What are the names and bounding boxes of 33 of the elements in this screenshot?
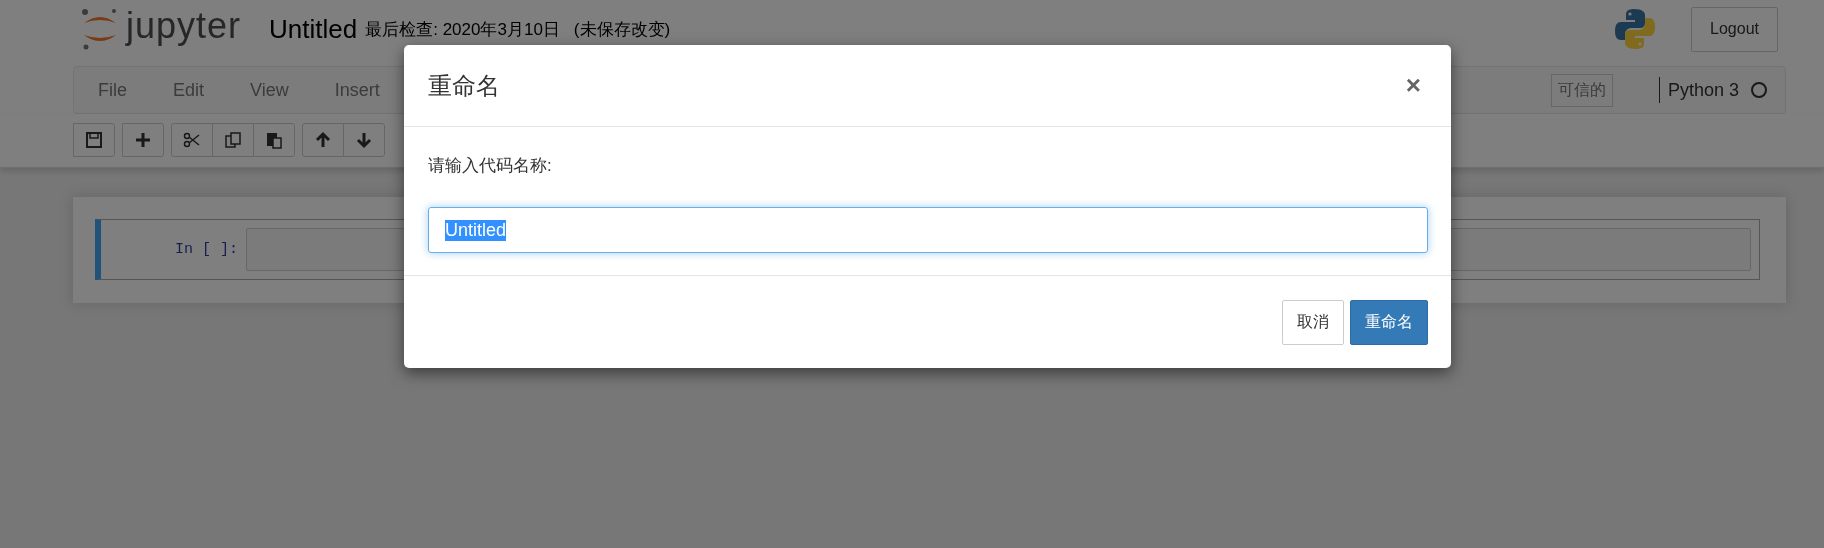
- menu-item[interactable]: View: [236, 79, 303, 101]
- rename-button[interactable]: 重命名: [1350, 300, 1428, 345]
- arrow-up-icon: [314, 131, 332, 149]
- logout-button[interactable]: Logout: [1691, 6, 1778, 52]
- save-icon: [85, 131, 103, 149]
- input-prompt: In [ ]:: [174, 241, 239, 258]
- name-input-field[interactable]: Untitled: [428, 207, 1428, 253]
- copy-icon: [224, 131, 242, 149]
- insert-cell-button[interactable]: [122, 123, 164, 157]
- menu-item[interactable]: File: [84, 79, 141, 101]
- notebook-name[interactable]: Untitled: [269, 13, 358, 45]
- arrow-down-icon: [355, 131, 373, 149]
- scissors-icon: [183, 131, 201, 149]
- paste-button[interactable]: [253, 123, 295, 157]
- cancel-button[interactable]: 取消: [1282, 300, 1344, 345]
- trusted-badge[interactable]: 可信的: [1550, 73, 1613, 107]
- move-down-button[interactable]: [343, 123, 385, 157]
- cut-button[interactable]: [171, 123, 213, 157]
- autosave-status: (未保存改变): [573, 18, 671, 41]
- plus-icon: [134, 131, 152, 149]
- copy-button[interactable]: [212, 123, 254, 157]
- checkpoint-status: 最后检查: 2020年3月10日: [365, 18, 560, 41]
- menu-item[interactable]: Edit: [159, 79, 219, 101]
- dialog-title: 重命名: [428, 70, 501, 101]
- logo-text: jupyter: [126, 5, 242, 47]
- python-logo-icon: [1613, 7, 1658, 51]
- move-up-button[interactable]: [302, 123, 344, 157]
- field-label: 请输入代码名称:: [428, 155, 553, 177]
- save-button[interactable]: [73, 123, 115, 157]
- kernel-name: Python 3: [1667, 79, 1739, 101]
- paste-icon: [265, 131, 283, 149]
- menu-item[interactable]: Insert: [320, 79, 394, 101]
- close-button[interactable]: ×: [1399, 63, 1427, 108]
